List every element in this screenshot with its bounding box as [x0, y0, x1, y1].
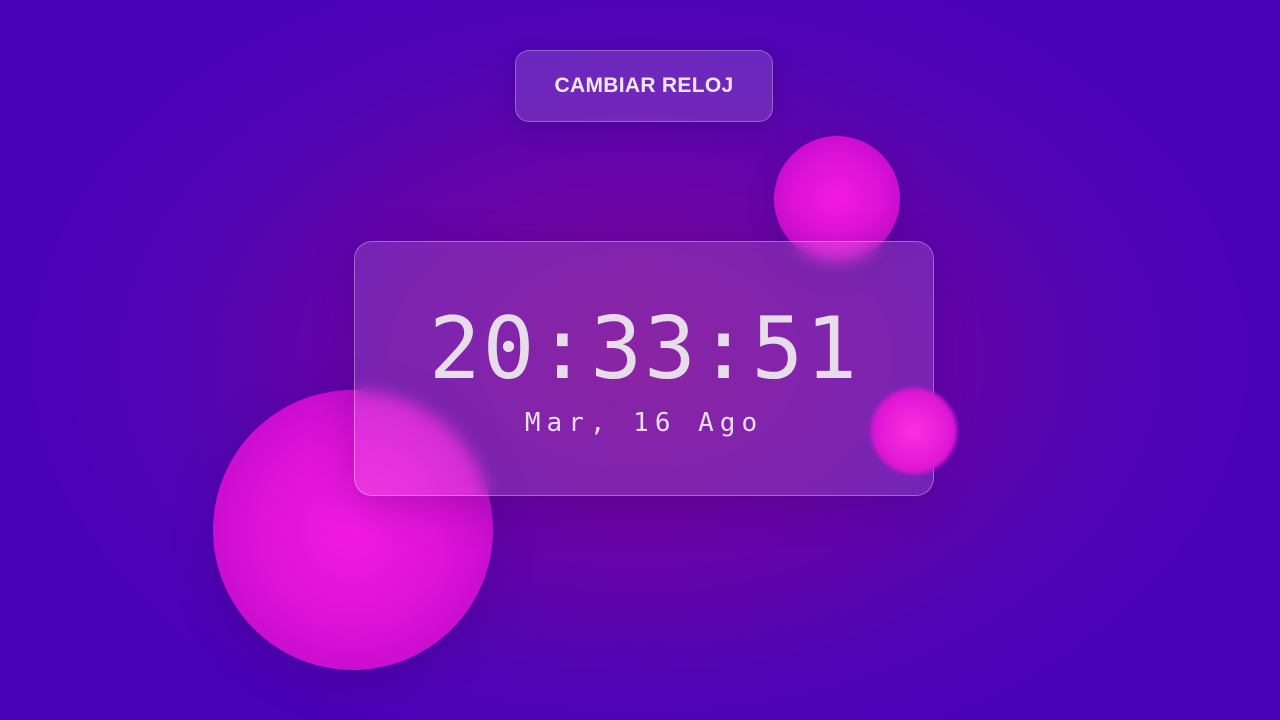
- clock-date: Mar, 16 Ago: [524, 408, 764, 438]
- change-clock-button[interactable]: CAMBIAR RELOJ: [515, 50, 773, 122]
- clock-time: 20:33:51: [428, 299, 860, 399]
- clock-card: 20:33:51 Mar, 16 Ago: [354, 241, 934, 496]
- decorative-orb-small: [871, 388, 957, 474]
- clock-page: { "toggle_button": { "label": "CAMBIAR R…: [0, 0, 1280, 720]
